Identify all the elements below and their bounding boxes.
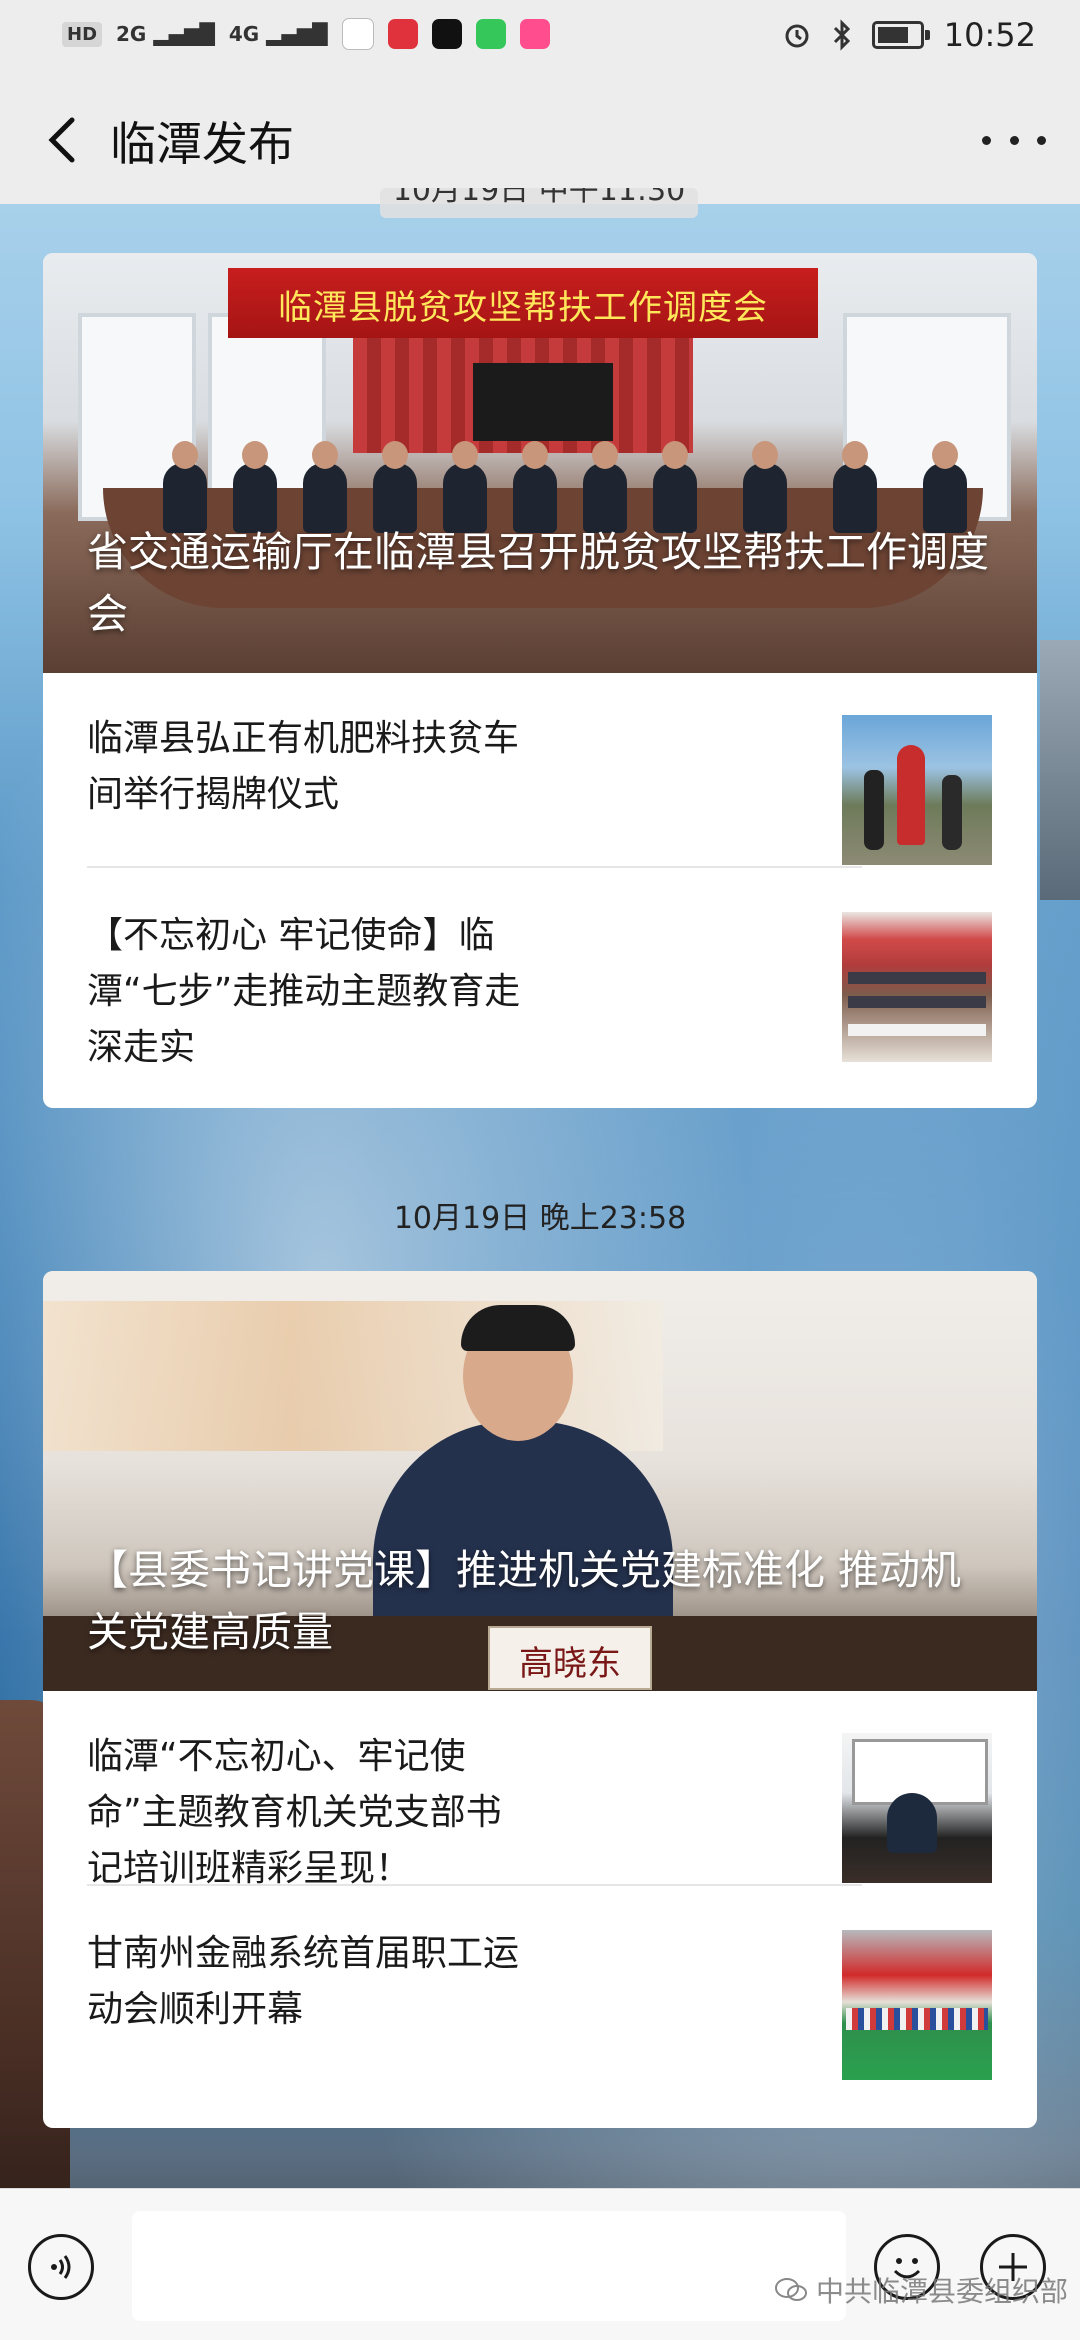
list-item-thumbnail [842,715,992,865]
divider [87,1884,862,1886]
app-icon-iqiyi [475,19,506,49]
watermark: 中共临潭县委组织部 [774,2270,1068,2310]
article-card: 临潭县脱贫攻坚帮扶工作调度会 省交通运输厅在临潭县召开脱贫攻坚帮扶工作调度会 临… [43,253,1037,1108]
list-item-title: 甘南州金融系统首届职工运动会顺利开幕 [87,1933,520,2030]
list-item[interactable]: 甘南州金融系统首届职工运动会顺利开幕 [43,1888,1037,2083]
signal-2g: 2G ▂▄▆█ [116,22,215,46]
chevron-left-icon [48,117,75,163]
hero-article[interactable]: 高晓东 【县委书记讲党课】推进机关党建标准化 推动机关党建高质量 [43,1271,1037,1691]
clock: 10:52 [943,16,1036,54]
status-bar: HD 2G ▂▄▆█ 4G ▂▄▆█ 10:52 [0,0,1080,76]
youku-icon [519,19,550,49]
hd-badge: HD [62,21,103,47]
wechat-icon [774,2278,807,2301]
more-dots-icon [982,135,991,145]
list-item-thumbnail [842,1930,992,2080]
battery-icon [871,21,930,49]
hero-title: 【县委书记讲党课】推进机关党建标准化 推动机关党建高质量 [87,1546,962,1656]
hero-title: 省交通运输厅在临潭县召开脱贫攻坚帮扶工作调度会 [87,528,989,638]
title-bar: 临潭发布 [0,76,1080,204]
message-time-label: 10月19日 中午11:30 [380,188,698,218]
article-card: 高晓东 【县委书记讲党课】推进机关党建标准化 推动机关党建高质量 临潭“不忘初心… [43,1271,1037,2128]
background-rock-right [1040,640,1080,900]
back-button[interactable] [36,110,96,170]
list-item[interactable]: 【不忘初心 牢记使命】临潭“七步”走推动主题教育走深走实 [43,870,1037,1068]
app-icon-study [341,18,374,50]
list-item[interactable]: 临潭“不忘初心、牢记使命”主题教育机关党支部书记培训班精彩呈现！ [43,1691,1037,1889]
list-item-title: 临潭“不忘初心、牢记使命”主题教育机关党支部书记培训班精彩呈现！ [87,1736,502,1889]
app-icon-red [387,19,418,49]
voice-button[interactable] [28,2234,94,2300]
list-item-title: 临潭县弘正有机肥料扶贫车间举行揭牌仪式 [87,718,520,815]
list-item-title: 【不忘初心 牢记使命】临潭“七步”走推动主题教育走深走实 [87,915,521,1068]
input-bar [0,2188,1080,2340]
page-title: 临潭发布 [110,117,294,171]
message-input[interactable] [132,2211,846,2321]
list-item-thumbnail [842,1733,992,1883]
divider [87,866,862,868]
bluetooth-icon [833,19,850,51]
list-item-thumbnail [842,912,992,1062]
hero-article[interactable]: 临潭县脱贫攻坚帮扶工作调度会 省交通运输厅在临潭县召开脱贫攻坚帮扶工作调度会 [43,253,1037,673]
message-time-label: 10月19日 晚上23:58 [393,1201,687,1236]
list-item[interactable]: 临潭县弘正有机肥料扶贫车间举行揭牌仪式 [43,673,1037,868]
more-button[interactable] [982,110,1046,170]
tiktok-icon [431,19,462,49]
alarm-icon [785,24,809,48]
meeting-banner: 临潭县脱贫攻坚帮扶工作调度会 [228,268,818,338]
signal-4g: 4G ▂▄▆█ [228,22,328,46]
voice-icon [51,2255,71,2279]
